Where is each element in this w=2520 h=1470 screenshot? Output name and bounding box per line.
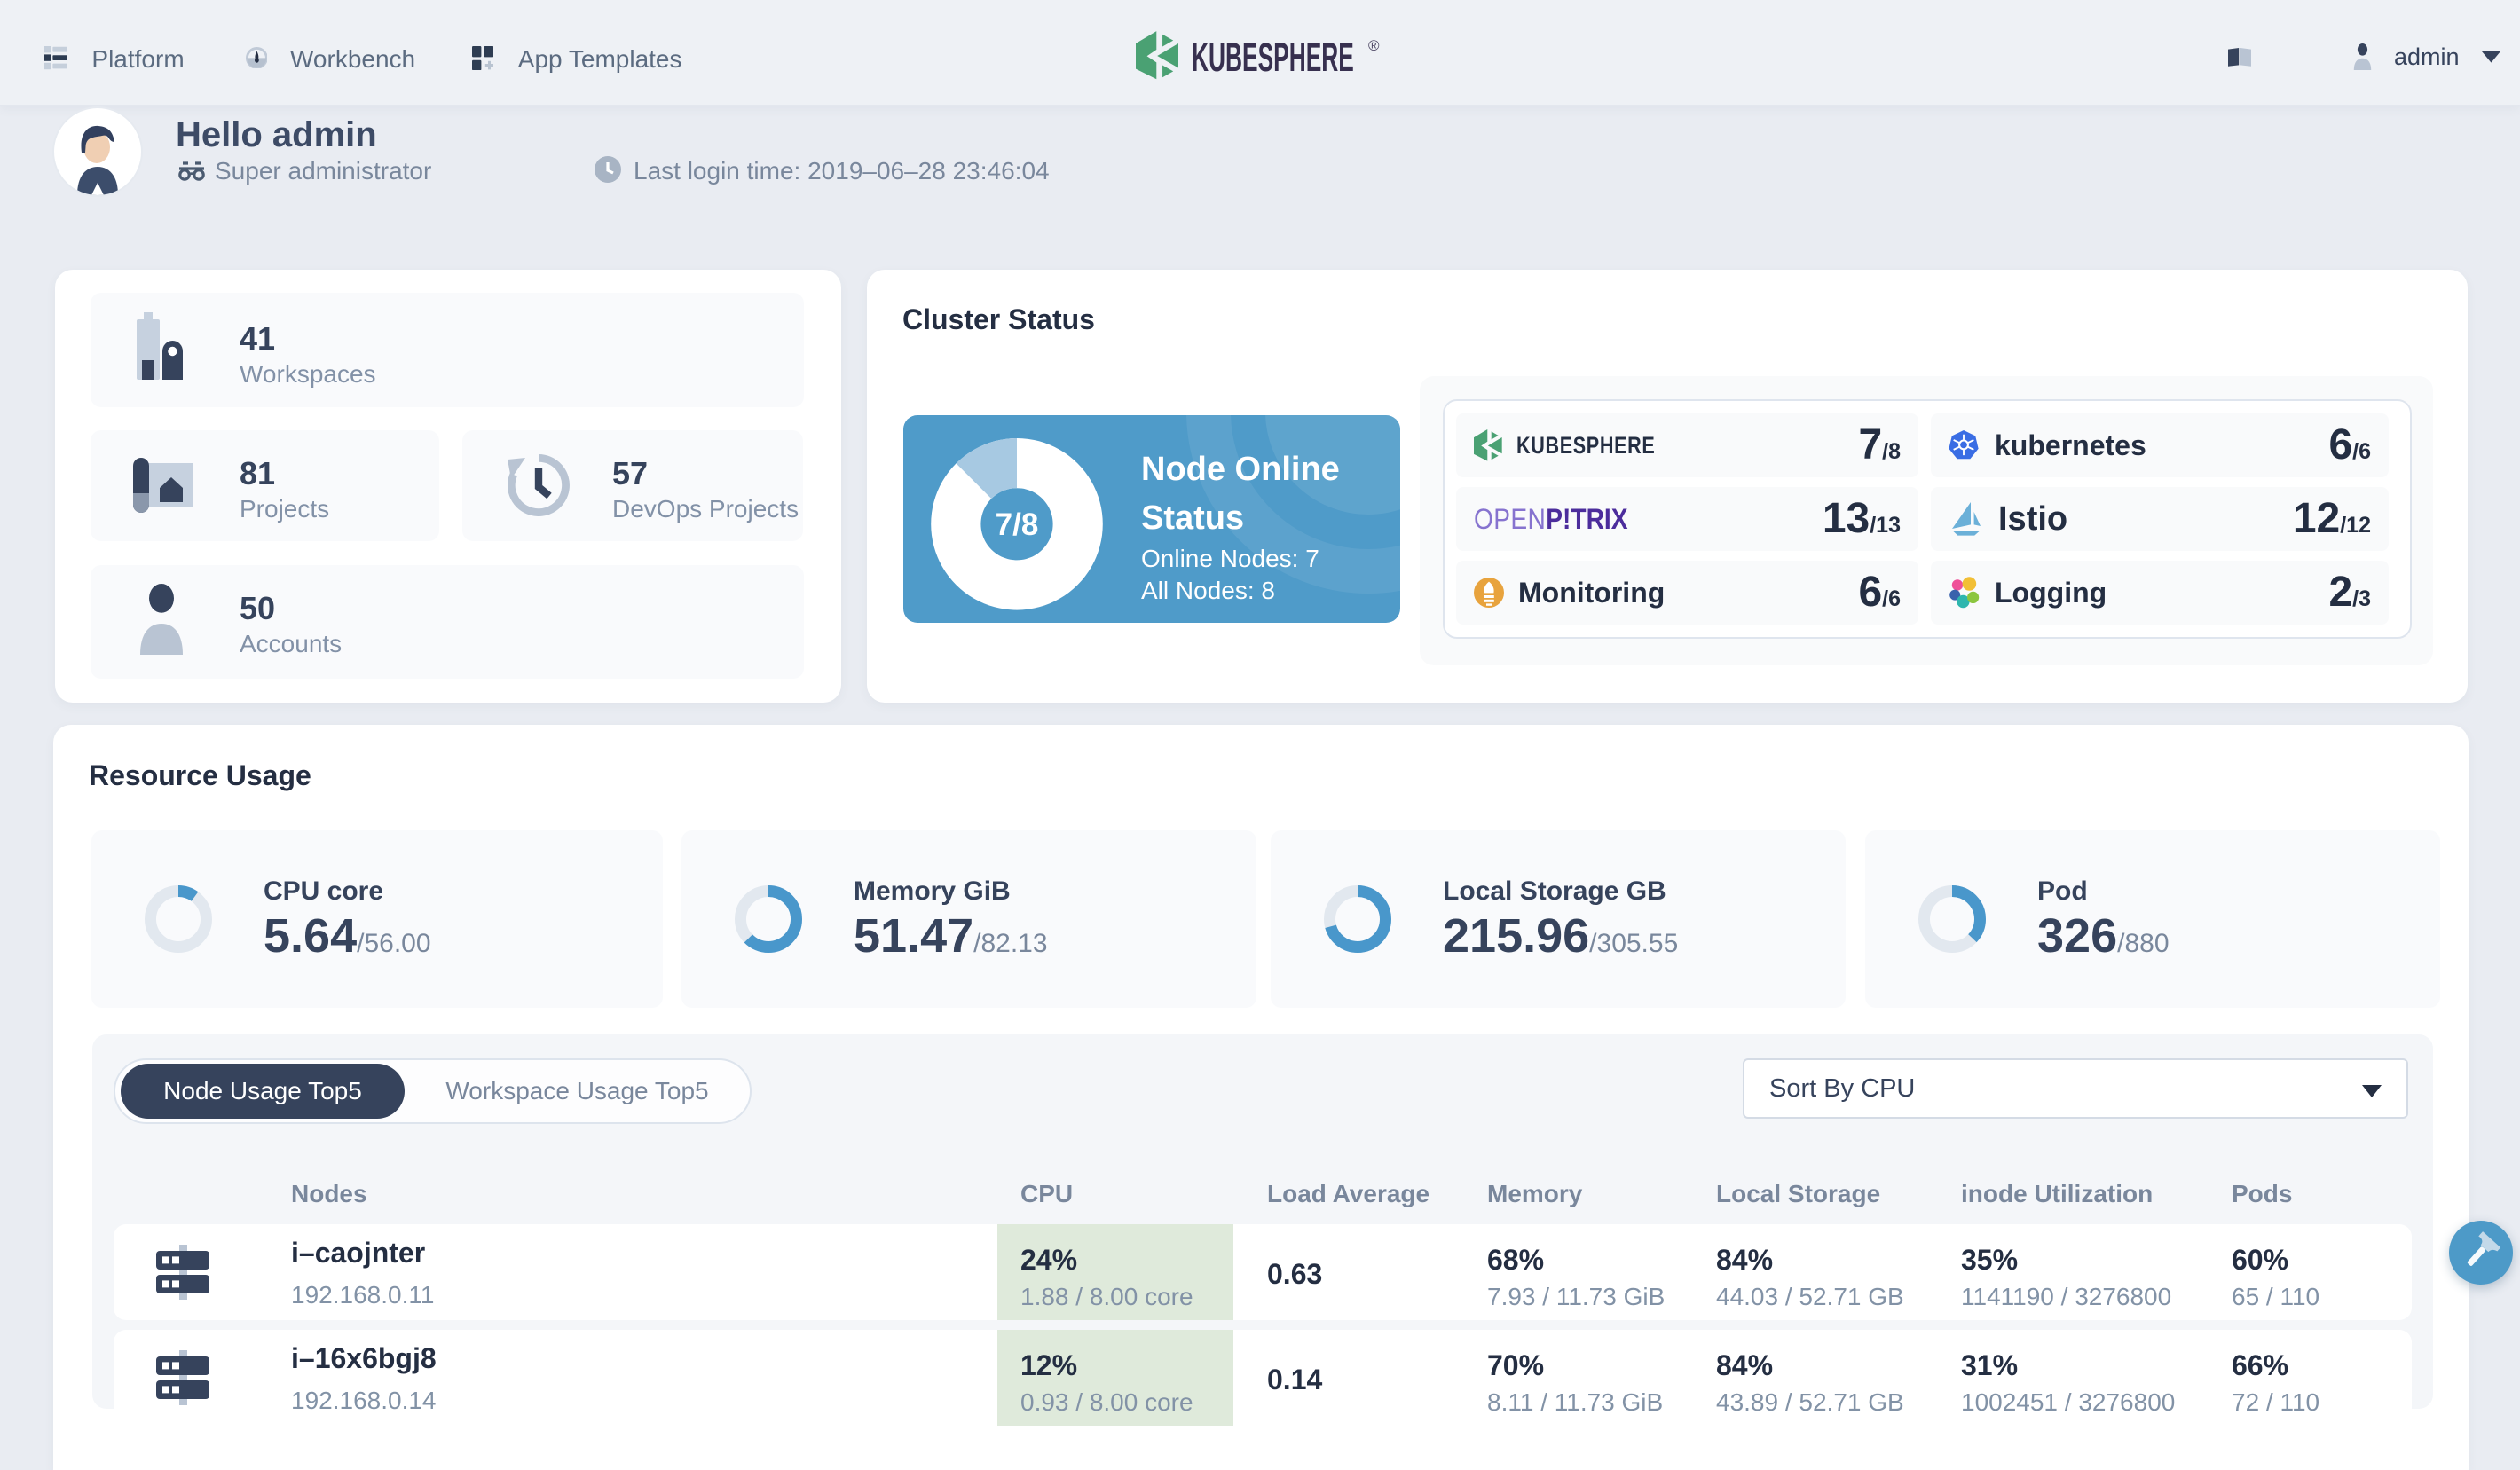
svg-text:7/8: 7/8 (996, 507, 1039, 542)
